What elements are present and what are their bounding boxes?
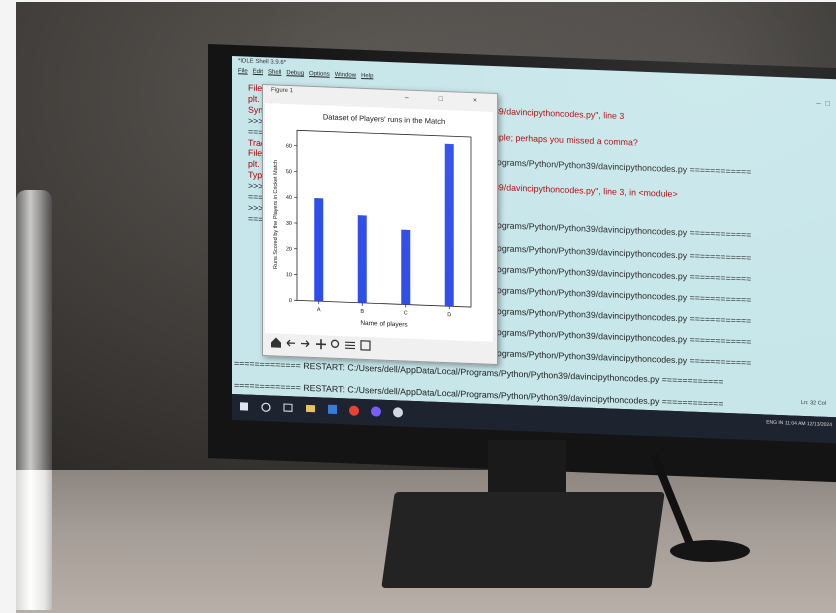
shell-line-left: plt. — [248, 93, 260, 105]
x-tick-label: C — [404, 310, 408, 316]
save-icon[interactable] — [360, 340, 371, 351]
water-bottle-base — [16, 470, 52, 610]
idle-cursor-position: Ln: 32 Col — [800, 399, 826, 407]
chart-title: Dataset of Players' runs in the Match — [323, 112, 445, 126]
y-axis-label: Runs Scored by the Players in Cricket Ma… — [273, 160, 279, 269]
configure-icon[interactable] — [345, 341, 355, 350]
x-tick-label: D — [447, 312, 451, 318]
idle-menu-shell[interactable]: Shell — [268, 69, 281, 76]
y-tick-label: 60 — [286, 143, 292, 149]
x-tick-label: A — [317, 307, 321, 313]
idle-menu-edit[interactable]: Edit — [253, 69, 263, 75]
figure-window-title: Figure 1 — [271, 87, 294, 95]
shell-line-left: File — [248, 82, 263, 94]
shell-line-left: plt. — [248, 158, 260, 170]
idle-menu-options[interactable]: Options — [309, 71, 330, 78]
idle-window-title: *IDLE Shell 3.9.6* — [238, 58, 287, 67]
bar-c — [401, 229, 411, 305]
tray-date: 12/13/2024 — [806, 421, 832, 429]
forward-icon[interactable] — [301, 340, 310, 348]
system-tray[interactable]: ENG IN 11:04 AM 12/13/2024 — [766, 420, 832, 429]
shell-line-right: rograms/Python/Python39/davincipythoncod… — [494, 243, 752, 263]
shell-line-right: uple; perhaps you missed a comma? — [494, 132, 638, 148]
file-explorer-icon[interactable] — [306, 404, 315, 413]
y-tick-label: 40 — [286, 195, 292, 201]
x-tick-label: B — [360, 309, 364, 315]
matplotlib-figure-window[interactable]: Figure 1 – □ × Dataset of Players' runs … — [262, 84, 498, 366]
x-axis-label: Name of players — [360, 320, 408, 329]
monitor-cable-coil — [670, 540, 750, 562]
shell-line-left: File — [248, 147, 263, 159]
zoom-icon[interactable] — [330, 339, 340, 348]
photo-border-left — [0, 0, 16, 613]
figure-canvas: Dataset of Players' runs in the Match 0 10… — [265, 103, 493, 342]
photo-scene: *IDLE Shell 3.9.6* File Edit Shell Debug Opt… — [0, 0, 836, 613]
shell-line-right: rograms/Python/Python39/davincipythoncod… — [494, 285, 752, 305]
tray-language: ENG — [766, 419, 778, 426]
shell-line-right: rograms/Python/Python39/davincipythoncod… — [494, 327, 752, 347]
idle-app-icon[interactable] — [328, 404, 337, 415]
y-tick-label: 10 — [286, 272, 292, 278]
back-icon[interactable] — [286, 339, 295, 347]
idle-menu-bar[interactable]: File Edit Shell Debug Options Window Help — [238, 68, 378, 79]
search-icon[interactable] — [261, 402, 271, 412]
shell-line-right: 39/davincipythoncodes.py", line 3, in <m… — [494, 182, 678, 200]
bar-a — [314, 197, 324, 302]
shell-line-right: rograms/Python/Python39/davincipythoncod… — [494, 306, 752, 326]
shell-line-right: rograms/Python/Python39/davincipythoncod… — [494, 157, 752, 177]
shell-line-right: 39/davincipythoncodes.py", line 3 — [494, 106, 625, 122]
figure-window-controls[interactable]: – □ × — [405, 94, 491, 104]
monitor-stand-neck — [488, 440, 566, 500]
shell-line-right: rograms/Python/Python39/davincipythoncod… — [494, 220, 752, 240]
bar-d — [444, 143, 454, 307]
photo-border-top — [0, 0, 836, 2]
pan-icon[interactable] — [316, 339, 326, 350]
home-icon[interactable] — [271, 337, 281, 348]
idle-menu-window[interactable]: Window — [335, 72, 356, 79]
bar-chart: Dataset of Players' runs in the Match 0 10… — [273, 112, 472, 329]
y-tick-label: 50 — [286, 169, 292, 175]
chrome-icon[interactable] — [349, 405, 359, 416]
y-tick-label: 30 — [286, 221, 292, 227]
task-view-icon[interactable] — [283, 403, 293, 412]
bar-b — [357, 215, 367, 304]
shell-line-right: rograms/Python/Python39/davincipythoncod… — [494, 348, 752, 368]
idle-menu-help[interactable]: Help — [361, 73, 373, 79]
idle-menu-debug[interactable]: Debug — [286, 70, 304, 77]
tray-region: IN — [778, 419, 784, 427]
monitor-stand-base — [381, 492, 665, 588]
copilot-icon[interactable] — [371, 406, 381, 417]
shell-line-right: rograms/Python/Python39/davincipythoncod… — [494, 264, 752, 284]
idle-menu-file[interactable]: File — [238, 68, 248, 74]
python-icon[interactable] — [393, 407, 403, 418]
y-tick-label: 20 — [286, 246, 292, 252]
y-tick-label: 0 — [289, 298, 292, 304]
tray-time: 11:04 AM — [784, 420, 806, 428]
start-icon[interactable] — [240, 402, 248, 411]
